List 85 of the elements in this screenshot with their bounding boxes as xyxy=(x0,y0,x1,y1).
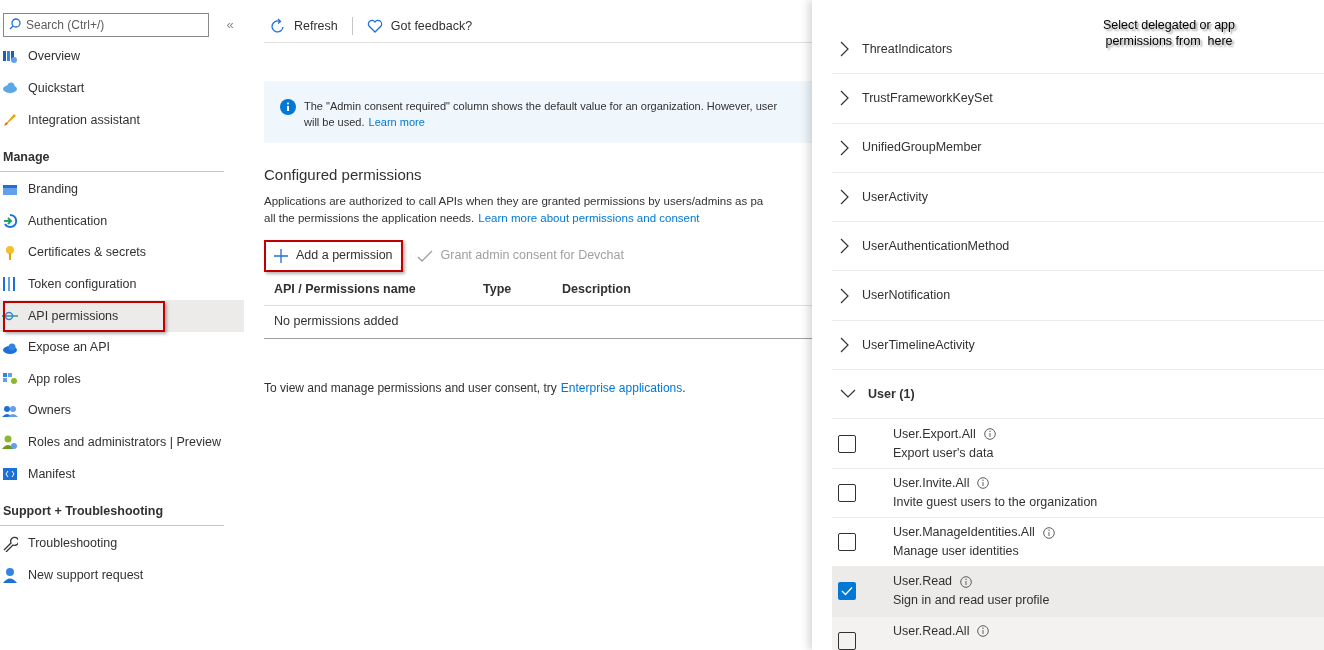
section-heading: Manage xyxy=(2,148,50,166)
learn-more-link[interactable]: Learn more xyxy=(368,114,425,130)
chevron-right-icon[interactable] xyxy=(840,90,850,107)
nav-item[interactable]: Troubleshooting xyxy=(0,527,244,560)
checkbox[interactable] xyxy=(838,582,856,601)
group-label[interactable]: User (1) xyxy=(868,384,915,404)
refresh-button[interactable]: Refresh xyxy=(264,16,344,36)
chevron-right-icon[interactable] xyxy=(840,287,850,304)
nav-item[interactable]: Branding xyxy=(0,173,244,206)
nav-item[interactable]: App roles xyxy=(0,363,244,395)
nav-item[interactable]: API permissions xyxy=(0,300,244,332)
permission-name: User.ManageIdentities.All xyxy=(893,525,1035,541)
info-icon xyxy=(960,575,973,588)
group-label[interactable]: ThreatIndicators xyxy=(862,39,953,59)
nav-item[interactable]: Integration assistant xyxy=(0,104,244,136)
group-label[interactable]: TrustFrameworkKeySet xyxy=(862,89,993,108)
info-text: The "Admin consent required" column shows the default value for an organization. However, user xyxy=(304,99,778,114)
person-icon xyxy=(2,567,18,584)
heart-icon xyxy=(366,18,383,34)
group-label[interactable]: UserActivity xyxy=(862,187,928,207)
search-icon xyxy=(9,18,21,30)
footer-text: To view and manage permissions and user consent, try xyxy=(264,379,557,397)
feedback-button[interactable]: Got feedback? xyxy=(360,16,479,36)
bars-icon xyxy=(2,276,18,293)
info-icon xyxy=(280,99,296,115)
nav-item[interactable]: Authentication xyxy=(0,205,244,237)
permission-name: User.Read xyxy=(893,574,953,590)
chevron-right-icon[interactable] xyxy=(840,238,850,255)
nav-item[interactable]: New support request xyxy=(0,559,244,591)
sign-in-icon xyxy=(2,213,18,230)
check-icon xyxy=(841,586,853,597)
section-title: Configured permissions xyxy=(264,165,423,185)
info-icon xyxy=(977,477,990,490)
wrench-icon xyxy=(2,535,18,552)
chevron-right-icon[interactable] xyxy=(840,336,850,353)
group-label[interactable]: UserTimelineActivity xyxy=(862,335,975,355)
nav-item[interactable]: Roles and administrators | Preview xyxy=(0,426,244,459)
group-label[interactable]: UnifiedGroupMember xyxy=(862,138,982,158)
permission-description: Sign in and read user profile xyxy=(893,593,1050,609)
column-header: API / Permissions name xyxy=(274,280,417,298)
permission-name: User.Invite.All xyxy=(893,475,970,491)
checkbox[interactable] xyxy=(838,631,856,650)
learn-more-link[interactable]: Learn more about permissions and consent xyxy=(478,209,700,227)
permission-description: Manage user identities xyxy=(893,544,1020,560)
nav-item[interactable]: Token configuration xyxy=(0,268,244,301)
person-icon xyxy=(2,434,18,451)
nav-item[interactable]: Certificates & secrets xyxy=(0,236,244,269)
checkbox[interactable] xyxy=(838,483,856,502)
column-header: Description xyxy=(562,280,632,298)
info-text: will be used. xyxy=(304,115,365,130)
checkbox[interactable] xyxy=(838,434,856,453)
checkbox[interactable] xyxy=(838,533,856,552)
grid-icon xyxy=(2,48,18,65)
permission-name: User.Export.All xyxy=(893,426,976,442)
add-permission-button[interactable]: Add a permission xyxy=(264,239,403,272)
chevron-right-icon[interactable] xyxy=(840,139,850,156)
group-label[interactable]: UserAuthenticationMethod xyxy=(862,236,1010,256)
column-header: Type xyxy=(483,280,513,298)
info-icon xyxy=(977,625,990,638)
section-heading: Support + Troubleshooting xyxy=(2,502,164,520)
nav-item[interactable]: Manifest xyxy=(0,458,244,490)
chevron-right-icon[interactable] xyxy=(840,41,850,58)
chevron-down-icon[interactable] xyxy=(840,389,856,400)
empty-message: No permissions added xyxy=(274,313,399,331)
permission-description: Invite guest users to the organization xyxy=(893,494,1098,510)
info-icon xyxy=(1042,526,1055,539)
description-text: all the permissions the application needs. xyxy=(264,210,475,226)
nav-item[interactable]: Quickstart xyxy=(0,72,244,105)
permission-name: User.Read.All xyxy=(893,623,970,639)
group-label[interactable]: UserNotification xyxy=(862,286,951,305)
footer-text: . xyxy=(682,379,686,397)
check-icon xyxy=(416,248,433,263)
collapse-button[interactable]: « xyxy=(222,14,238,35)
permission-description: Export user's data xyxy=(893,445,995,461)
chevron-right-icon[interactable] xyxy=(840,189,850,206)
nav-item[interactable]: Owners xyxy=(0,394,244,427)
plus-icon xyxy=(274,248,288,263)
nav-item[interactable]: Overview xyxy=(0,41,244,73)
annotation-text: Select delegated or app permissions from here xyxy=(1101,17,1236,49)
code-icon xyxy=(2,465,18,482)
refresh-icon xyxy=(270,18,286,34)
info-icon xyxy=(983,428,996,440)
nav-item[interactable]: Expose an API xyxy=(0,331,244,364)
search-field[interactable]: Search (Ctrl+/) xyxy=(3,13,209,37)
description-text: Applications are authorized to call APIs when they are granted permissions by users/admins as pa xyxy=(264,193,765,209)
